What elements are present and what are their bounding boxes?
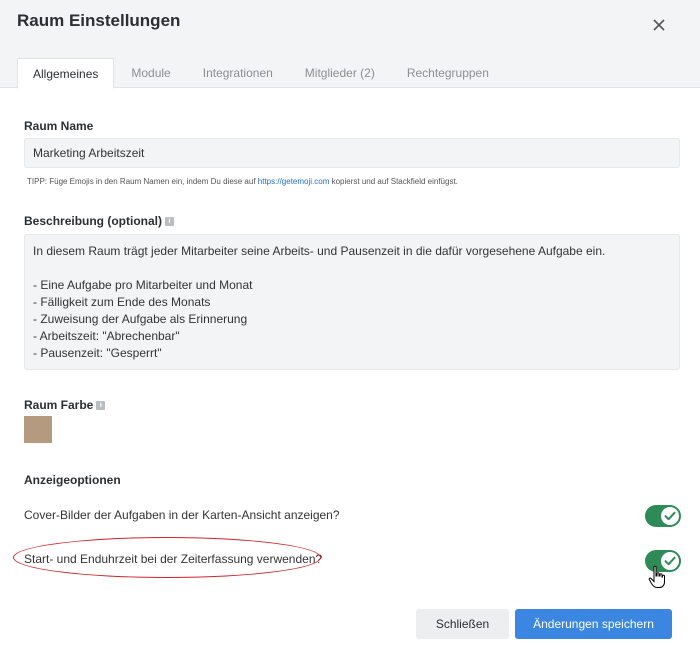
room-color-label-row: Raum Farbe i: [24, 398, 106, 412]
tab-rechtegruppen[interactable]: Rechtegruppen: [392, 58, 504, 88]
tab-integrationen[interactable]: Integrationen: [188, 58, 288, 88]
close-button[interactable]: Schließen: [416, 609, 509, 639]
hand-cursor-icon: [648, 565, 666, 589]
save-button[interactable]: Änderungen speichern: [515, 609, 672, 639]
tab-module[interactable]: Module: [116, 58, 185, 88]
highlight-ellipse: [13, 537, 321, 578]
description-line: - Zuweisung der Aufgabe als Erinnerung: [33, 312, 248, 326]
room-color-swatch[interactable]: [24, 416, 52, 443]
description-line: - Pausenzeit: "Gesperrt": [33, 346, 162, 360]
description-line: [33, 260, 671, 277]
room-color-label: Raum Farbe: [24, 398, 94, 412]
description-label-row: Beschreibung (optional) i: [24, 214, 174, 228]
description-line: In diesem Raum trägt jeder Mitarbeiter s…: [33, 244, 606, 258]
description-label: Beschreibung (optional): [24, 214, 162, 228]
tab-bar: Allgemeines Module Integrationen Mitglie…: [17, 58, 506, 89]
tab-allgemeines[interactable]: Allgemeines: [17, 58, 115, 89]
close-icon[interactable]: [648, 14, 670, 36]
description-line: - Fälligkeit zum Ende des Monats: [33, 295, 211, 309]
tip-text: TIPP: Füge Emojis in den Raum Namen ein,…: [27, 177, 258, 186]
dialog-title: Raum Einstellungen: [17, 11, 181, 30]
room-name-tip: TIPP: Füge Emojis in den Raum Namen ein,…: [27, 177, 458, 186]
info-icon[interactable]: i: [165, 217, 174, 227]
check-icon: [661, 507, 679, 525]
option-cover-images-label: Cover-Bilder der Aufgaben in der Karten-…: [24, 508, 340, 522]
dialog-header: Raum Einstellungen Allgemeines Module In…: [0, 0, 700, 89]
display-options-label: Anzeigeoptionen: [24, 473, 121, 487]
room-name-label: Raum Name: [24, 119, 94, 133]
description-textarea[interactable]: In diesem Raum trägt jeder Mitarbeiter s…: [24, 234, 680, 370]
getemoji-link[interactable]: https://getemoji.com: [258, 177, 330, 186]
tip-text-end: kopierst und auf Stackfield einfügst.: [329, 177, 458, 186]
tab-mitglieder[interactable]: Mitglieder (2): [290, 58, 390, 88]
description-line: - Arbeitszeit: "Abrechenbar": [33, 329, 180, 343]
room-name-input[interactable]: Marketing Arbeitszeit: [24, 138, 680, 168]
description-line: - Eine Aufgabe pro Mitarbeiter und Monat: [33, 278, 253, 292]
info-icon[interactable]: i: [96, 401, 106, 411]
option-cover-images-toggle[interactable]: [645, 505, 681, 527]
